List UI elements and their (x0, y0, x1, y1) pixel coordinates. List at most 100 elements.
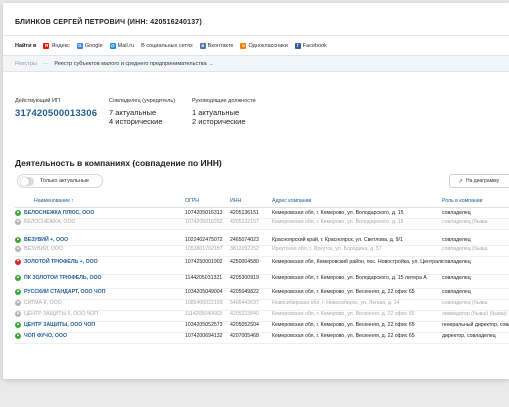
company-name-link[interactable]: ВЕЗУВИЙ, ООО (24, 246, 63, 253)
column-header-role[interactable]: Роль в компании (442, 196, 509, 208)
to-diagram-label: На диаграмму (466, 178, 500, 184)
breadcrumb-current[interactable]: Реестр субъектов малого и среднего предп… (54, 61, 213, 67)
company-name-link[interactable]: БЕЛОСНЕЖКА, ООО (24, 219, 76, 226)
cell-ogrn: 1074205016292 (185, 218, 230, 230)
company-name-link[interactable]: ЦЕНТР ЗАЩИТЫ 5, ООО ЧОП (24, 311, 98, 318)
only-actual-toggle[interactable]: Только актуальные (17, 174, 103, 188)
search-link-vk[interactable]: в Вконтакте (199, 42, 233, 49)
cell-inn: 4207005468 (230, 332, 272, 344)
stat-head-actual: 1 актуальные (192, 108, 240, 117)
cell-inn: 5406443637 (230, 299, 272, 311)
companies-table: Наименование ↑ ОГРН ИНН Адрес компании Р… (15, 196, 509, 344)
table-row[interactable]: ▲ ПК ЗОЛОТОЙ ТРЮФЕЛЬ, ООО 1144205031321 420… (15, 274, 509, 289)
cell-inn: 4205223840 (230, 310, 272, 322)
cell-name: ▲ ЦЕНТР ЗАЩИТЫ, ООО ЧОП (15, 321, 185, 333)
search-link-mailru[interactable]: @ Mail.ru (109, 43, 135, 49)
cell-address: Кемеровская обл, г. Кемерово, ул. Волода… (272, 207, 442, 219)
company-name-link[interactable]: ВЕЗУВИЙ +, ООО (24, 237, 68, 244)
table-row[interactable]: ▲ РУССКИЙ СТАНДАРТ, ООО ЧОП 1034205049004 4… (15, 288, 509, 300)
stat-head-caption: Руководящие должности (192, 98, 256, 104)
breadcrumb-separator: — (42, 60, 49, 67)
cell-inn: 2465074023 (230, 229, 272, 246)
cell-ogrn: 1144205031321 (185, 274, 230, 289)
cell-name: ▼ ЗОЛОТОЙ ТРЮФЕЛЬ +, ООО (15, 256, 185, 275)
table-row[interactable]: ▲ ЦЕНТР ЗАЩИТЫ, ООО ЧОП 1034205052573 42050… (15, 321, 509, 333)
cell-role: совладелец (442, 288, 509, 300)
company-name-link[interactable]: БЕЛОСНЕЖКА ПЛЮС, ООО (24, 210, 94, 217)
search-links-label: Найти в (15, 43, 37, 49)
stat-head: Руководящие должности 1 актуальные 2 ист… (192, 98, 256, 126)
search-link-label: Mail.ru (117, 43, 135, 49)
company-name-link[interactable]: ЗОЛОТОЙ ТРЮФЕЛЬ +, ООО (24, 259, 98, 266)
status-inactive-icon: ▲ (15, 245, 21, 252)
status-down-icon: ▼ (15, 258, 21, 265)
table-row[interactable]: ▲ ЦЕНТР ЗАЩИТЫ 5, ООО ЧОП 1114205040663 420… (15, 310, 509, 322)
search-link-facebook[interactable]: f Facebook (294, 43, 327, 49)
breadcrumb: Реестры — Реестр субъектов малого и сред… (3, 55, 509, 72)
summary-stats: Действующий ИП 317420500013306 Совладеле… (15, 98, 509, 130)
status-inactive-icon: ▲ (15, 310, 21, 317)
table-row[interactable]: ▲ СИГМА-К, ООО 1085406022193 5406443637 Ново… (15, 299, 509, 311)
google-icon: G (76, 42, 83, 49)
column-header-inn[interactable]: ИНН (230, 196, 272, 208)
cell-name: ▲ БЕЛОСНЕЖКА, ООО (15, 218, 185, 230)
cell-address: Кемеровская обл, г. Кемерово, ул. Волода… (272, 218, 442, 230)
status-up-icon: ▲ (15, 274, 21, 281)
stat-founder-caption: Совладелец (учредитель) (109, 98, 176, 104)
cell-role: совладелец (бывш (442, 299, 509, 311)
company-name-link[interactable]: ЦЕНТР ЗАЩИТЫ, ООО ЧОП (24, 322, 95, 329)
column-header-address[interactable]: Адрес компании (272, 196, 442, 208)
section-title: Деятельность в компаниях (совпадение по … (15, 158, 222, 168)
table-row[interactable]: ▲ БЕЛОСНЕЖКА ПЛЮС, ООО 1074205016313 420513… (15, 207, 509, 219)
table-header-row: Наименование ↑ ОГРН ИНН Адрес компании Р… (15, 196, 509, 208)
column-header-name[interactable]: Наименование ↑ (15, 196, 185, 208)
chevron-down-icon: ⌄ (209, 60, 214, 67)
cell-ogrn: 1034205052573 (185, 321, 230, 333)
company-name-link[interactable]: СИГМА-К, ООО (24, 300, 62, 307)
table-row[interactable]: ▲ ВЕЗУВИЙ +, ООО 1022402475072 2465074023 Кр… (15, 229, 509, 246)
status-inactive-icon: ▲ (15, 299, 21, 306)
title-divider (3, 35, 509, 36)
status-up-icon: ▲ (15, 321, 21, 328)
cell-ogrn: 1085406022193 (185, 299, 230, 311)
ok-icon: о (240, 42, 247, 49)
cell-role: совладелец (442, 229, 509, 246)
search-link-label: Google (84, 43, 103, 49)
status-up-icon: ▲ (15, 332, 21, 339)
vk-icon: в (199, 42, 206, 49)
cell-name: ▲ ЦЕНТР ЗАЩИТЫ 5, ООО ЧОП (15, 310, 185, 322)
cell-role: совладелец (442, 256, 509, 275)
stat-ip-number[interactable]: 317420500013306 (15, 108, 97, 119)
cell-role: совладелец (442, 207, 509, 219)
search-link-yandex[interactable]: Я Яндекс (43, 43, 70, 49)
cell-name: ▲ ВЕЗУВИЙ +, ООО (15, 229, 185, 246)
table-row[interactable]: ▲ ВЕЗУВИЙ, ООО 1053801762187 3812092252 Ирку… (15, 245, 509, 257)
cell-address: Кемеровская обл, г. Кемерово, ул. Волода… (272, 274, 442, 289)
to-diagram-button[interactable]: ↗ На диаграмму (449, 174, 509, 188)
cell-address: Иркутская обл, г. Иркутск, ул. Бородина,… (272, 245, 442, 257)
column-header-ogrn[interactable]: ОГРН (185, 196, 230, 208)
facebook-icon: f (294, 43, 301, 49)
cell-name: ▲ БЕЛОСНЕЖКА ПЛЮС, ООО (15, 207, 185, 219)
cell-address: Кемеровская обл, г. Кемерово, ул. Весенн… (272, 321, 442, 333)
table-row[interactable]: ▼ ЗОЛОТОЙ ТРЮФЕЛЬ +, ООО 1074250001902 4250… (15, 256, 509, 275)
status-up-icon: ▲ (15, 288, 21, 295)
toggle-switch[interactable] (20, 176, 34, 186)
company-name-link[interactable]: ЧОП ФУЧО, ООО (24, 333, 67, 340)
toggle-label: Только актуальные (40, 178, 89, 184)
table-row[interactable]: ▲ ЧОП ФУЧО, ООО 1074200694132 4207005468 Кем… (15, 332, 509, 344)
table-row[interactable]: ▲ БЕЛОСНЕЖКА, ООО 1074205016292 4205132157 К… (15, 218, 509, 230)
cell-name: ▲ СИГМА-К, ООО (15, 299, 185, 311)
cell-inn: 4205300919 (230, 274, 272, 289)
search-link-google[interactable]: G Google (76, 42, 103, 49)
cell-inn: 4205136151 (230, 207, 272, 219)
stat-founder-actual: 7 актуальные (109, 108, 157, 117)
breadcrumb-root[interactable]: Реестры (15, 61, 37, 67)
company-name-link[interactable]: РУССКИЙ СТАНДАРТ, ООО ЧОП (24, 289, 105, 296)
status-inactive-icon: ▲ (15, 218, 21, 225)
company-name-link[interactable]: ПК ЗОЛОТОЙ ТРЮФЕЛЬ, ООО (24, 275, 102, 282)
cell-role: директор, совладелец (442, 332, 509, 344)
cell-ogrn: 1074205016313 (185, 207, 230, 219)
search-link-ok[interactable]: о Одноклассники (240, 42, 288, 49)
cell-name: ▲ РУССКИЙ СТАНДАРТ, ООО ЧОП (15, 288, 185, 300)
